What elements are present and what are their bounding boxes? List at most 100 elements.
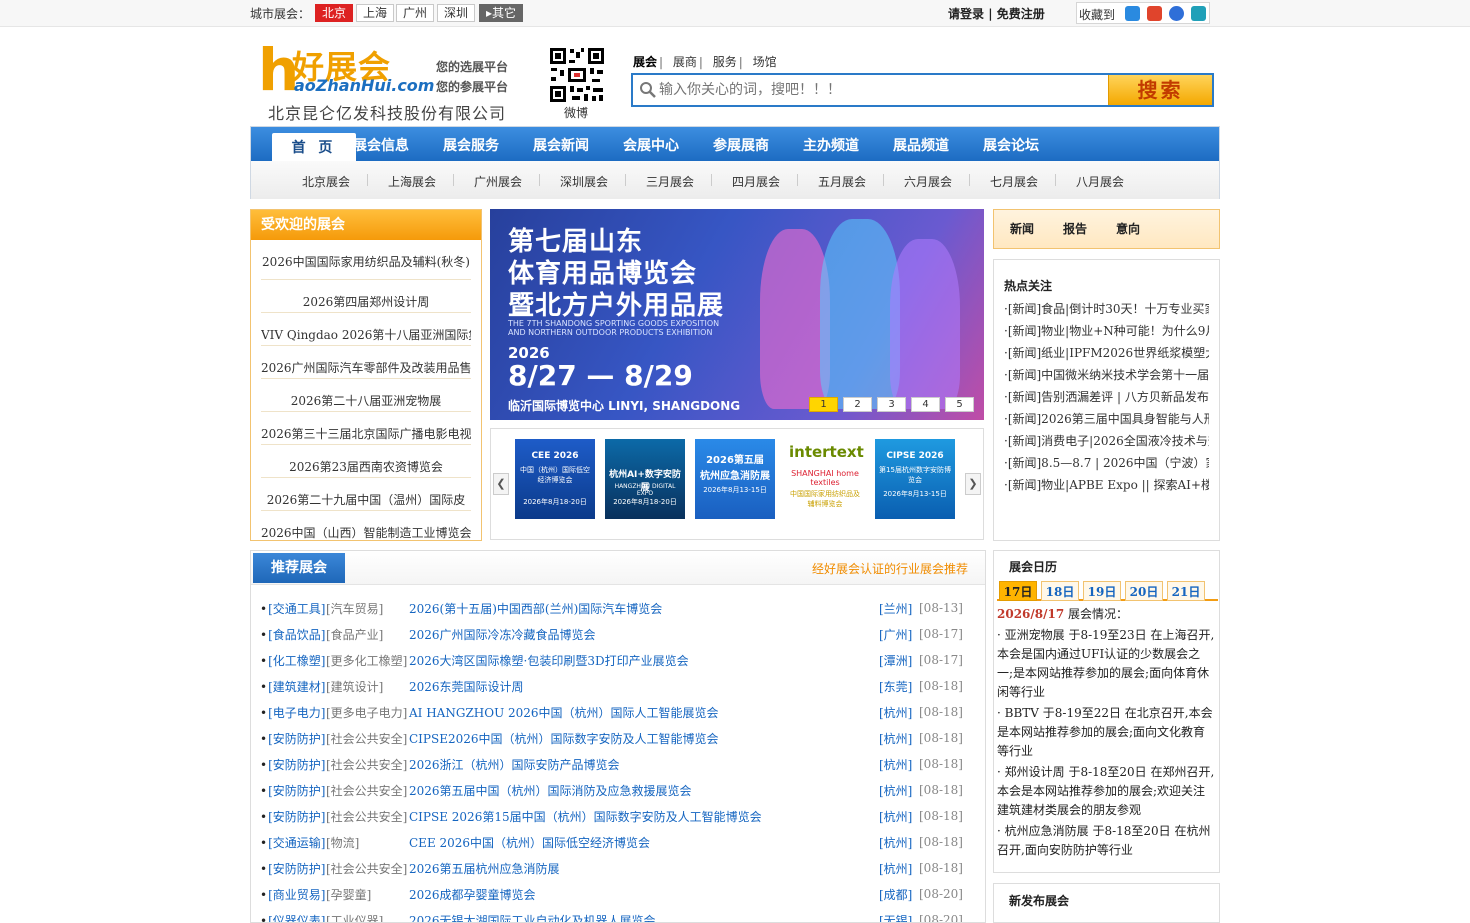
subnav-guangzhou[interactable]: 广州展会 — [474, 173, 522, 190]
list-item[interactable]: 2026第23届西南农资博览会 — [261, 445, 471, 478]
nav-exhibition-center[interactable]: 会展中心 — [623, 135, 679, 155]
sina-weibo-icon[interactable] — [1147, 6, 1162, 21]
calendar-day-18[interactable]: 18日 — [1041, 581, 1079, 601]
search-button[interactable]: 搜索 — [1108, 75, 1212, 105]
row-expo-name[interactable]: CIPSE2026中国（杭州）国际数字安防及人工智能博览会 — [409, 725, 879, 751]
list-item[interactable]: ·[新闻]食品|倒计时30天！十万专业买家 — [1004, 300, 1209, 322]
row-category[interactable]: [社会公共安全] — [326, 751, 409, 777]
list-item[interactable]: ·[新闻]告别洒漏差评 | 八方贝新品发布会 — [1004, 388, 1209, 410]
row-category[interactable]: [社会公共安全] — [326, 777, 409, 803]
city-other[interactable]: ▸其它 — [479, 4, 524, 22]
row-expo-name[interactable]: AI HANGZHOU 2026中国（杭州）国际人工智能展览会 — [409, 699, 879, 725]
row-industry[interactable]: [食品饮品] — [260, 621, 326, 647]
row-industry[interactable]: [交通运输] — [260, 829, 326, 855]
calendar-day-20[interactable]: 20日 — [1125, 581, 1163, 601]
row-city[interactable]: [杭州] — [879, 699, 919, 725]
row-category[interactable]: [建筑设计] — [326, 673, 409, 699]
expo-thumb[interactable]: 杭州AI+数字安防展 HANGZHOU DIGITAL EXPO 2026年8月… — [605, 439, 685, 519]
row-city[interactable]: [杭州] — [879, 777, 919, 803]
row-industry[interactable]: [安防防护] — [260, 751, 326, 777]
row-industry[interactable]: [安防防护] — [260, 725, 326, 751]
tab-intentions[interactable]: 意向 — [1116, 220, 1140, 237]
row-category[interactable]: [汽车贸易] — [326, 595, 409, 621]
nav-products[interactable]: 展品频道 — [893, 135, 949, 155]
hero-banner[interactable]: 第七届山东 体育用品博览会 暨北方户外用品展 THE 7TH SHANDONG … — [490, 209, 984, 420]
row-industry[interactable]: [建筑建材] — [260, 673, 326, 699]
row-category[interactable]: [物流] — [326, 829, 409, 855]
list-item[interactable]: 2026第二十八届亚洲宠物展 — [261, 379, 471, 412]
row-category[interactable]: [社会公共安全] — [326, 855, 409, 881]
row-industry[interactable]: [仪器仪表] — [260, 907, 326, 923]
row-category[interactable]: [社会公共安全] — [326, 725, 409, 751]
list-item[interactable]: ·[新闻]2026第三届中国具身智能与人形 — [1004, 410, 1209, 432]
carousel-next-icon[interactable]: ❯ — [965, 473, 981, 495]
search-tab-expo[interactable]: 展会 — [633, 55, 657, 69]
row-category[interactable]: [食品产业] — [326, 621, 409, 647]
row-expo-name[interactable]: 2026成都孕婴童博览会 — [409, 881, 879, 907]
row-expo-name[interactable]: 2026第五届中国（杭州）国际消防及应急救援展览会 — [409, 777, 879, 803]
calendar-day-17[interactable]: 17日 — [999, 581, 1037, 601]
banner-page-2[interactable]: 2 — [843, 397, 872, 412]
row-expo-name[interactable]: 2026东莞国际设计周 — [409, 673, 879, 699]
subnav-shanghai[interactable]: 上海展会 — [388, 173, 436, 190]
row-expo-name[interactable]: 2026无锡太湖国际工业自动化及机器人展览会 — [409, 907, 879, 923]
row-industry[interactable]: [化工橡塑] — [260, 647, 326, 673]
city-shenzhen[interactable]: 深圳 — [437, 4, 476, 22]
row-expo-name[interactable]: CEE 2026中国（杭州）国际低空经济博览会 — [409, 829, 879, 855]
list-item[interactable]: ·[新闻]物业|物业+N种可能！为什么9月 — [1004, 322, 1209, 344]
tencent-icon[interactable] — [1191, 6, 1206, 21]
banner-page-1[interactable]: 1 — [809, 397, 838, 412]
calendar-entry[interactable]: · 郑州设计周 于8-18至20日 在郑州召开,本会是本网站推荐参加的展会;欢迎… — [997, 763, 1216, 820]
row-category[interactable]: [更多化工橡塑] — [326, 647, 409, 673]
search-tab-venue[interactable]: 场馆 — [753, 55, 777, 69]
list-item[interactable]: ·[新闻]物业|APBE Expo || 探索AI+楼宇经 — [1004, 476, 1209, 498]
expo-thumb[interactable]: CIPSE 2026 第15届杭州数字安防博览会 2026年8月13-15日 — [875, 439, 955, 519]
row-expo-name[interactable]: 2026第五届杭州应急消防展 — [409, 855, 879, 881]
tab-reports[interactable]: 报告 — [1063, 220, 1087, 237]
subnav-august[interactable]: 八月展会 — [1076, 173, 1124, 190]
list-item[interactable]: 2026第二十九届中国（温州）国际皮 — [261, 478, 471, 511]
row-expo-name[interactable]: 2026浙江（杭州）国际安防产品博览会 — [409, 751, 879, 777]
list-item[interactable]: 2026中国（山西）智能制造工业博览会 — [261, 511, 471, 540]
row-category[interactable]: [社会公共安全] — [326, 803, 409, 829]
row-city[interactable]: [杭州] — [879, 803, 919, 829]
expo-thumb[interactable]: intertextile SHANGHAI home textiles 中国国际… — [785, 439, 865, 519]
login-link[interactable]: 请登录 — [948, 7, 984, 21]
row-industry[interactable]: [安防防护] — [260, 777, 326, 803]
list-item[interactable]: 2026广州国际汽车零部件及改装用品售 — [261, 346, 471, 379]
row-city[interactable]: [广州] — [879, 621, 919, 647]
row-category[interactable]: [工业仪器] — [326, 907, 409, 923]
banner-page-3[interactable]: 3 — [877, 397, 906, 412]
search-input[interactable] — [659, 78, 1099, 102]
expo-thumb[interactable]: 2026第五届 杭州应急消防展 2026年8月13-15日 — [695, 439, 775, 519]
list-item[interactable]: ·[新闻]消费电子|2026全国液冷技术与热 — [1004, 432, 1209, 454]
row-city[interactable]: [杭州] — [879, 725, 919, 751]
banner-page-5[interactable]: 5 — [945, 397, 974, 412]
city-beijing[interactable]: 北京 — [315, 4, 354, 22]
search-tab-exhibitor[interactable]: 展商 — [673, 55, 697, 69]
row-industry[interactable]: [商业贸易] — [260, 881, 326, 907]
row-city[interactable]: [无锡] — [879, 907, 919, 923]
banner-page-4[interactable]: 4 — [911, 397, 940, 412]
site-logo[interactable]: h 好展会 aoZhanHui.com 您的选展平台 您的参展平台 北京昆仑亿发… — [258, 41, 520, 123]
nav-expo-news[interactable]: 展会新闻 — [533, 135, 589, 155]
search-tab-service[interactable]: 服务 — [713, 55, 737, 69]
subnav-may[interactable]: 五月展会 — [818, 173, 866, 190]
row-city[interactable]: [成都] — [879, 881, 919, 907]
calendar-entry[interactable]: · 亚洲宠物展 于8-19至23日 在上海召开,本会是国内通过UFI认证的少数展… — [997, 626, 1216, 702]
city-shanghai[interactable]: 上海 — [356, 4, 395, 22]
calendar-day-21[interactable]: 21日 — [1167, 581, 1205, 601]
qzone-icon[interactable] — [1125, 6, 1140, 21]
list-item[interactable]: ·[新闻]纸业|IPFM2026世界纸浆模塑大会 — [1004, 344, 1209, 366]
row-city[interactable]: [杭州] — [879, 855, 919, 881]
calendar-entry[interactable]: · BBTV 于8-19至22日 在北京召开,本会是本网站推荐参加的展会;面向文… — [997, 704, 1216, 761]
calendar-entry[interactable]: · 杭州应急消防展 于8-18至20日 在杭州召开,面向安防防护等行业 — [997, 822, 1216, 860]
list-item[interactable]: ·[新闻]中国微米纳米技术学会第十一届 — [1004, 366, 1209, 388]
subnav-june[interactable]: 六月展会 — [904, 173, 952, 190]
list-item[interactable]: 2026第四届郑州设计周 — [261, 280, 471, 313]
row-category[interactable]: [孕婴童] — [326, 881, 409, 907]
nav-expo-info[interactable]: 展会信息 — [353, 135, 409, 155]
list-item[interactable]: VIV Qingdao 2026第十八届亚洲国际集 — [261, 313, 471, 346]
subnav-march[interactable]: 三月展会 — [646, 173, 694, 190]
register-link[interactable]: 免费注册 — [997, 7, 1045, 21]
